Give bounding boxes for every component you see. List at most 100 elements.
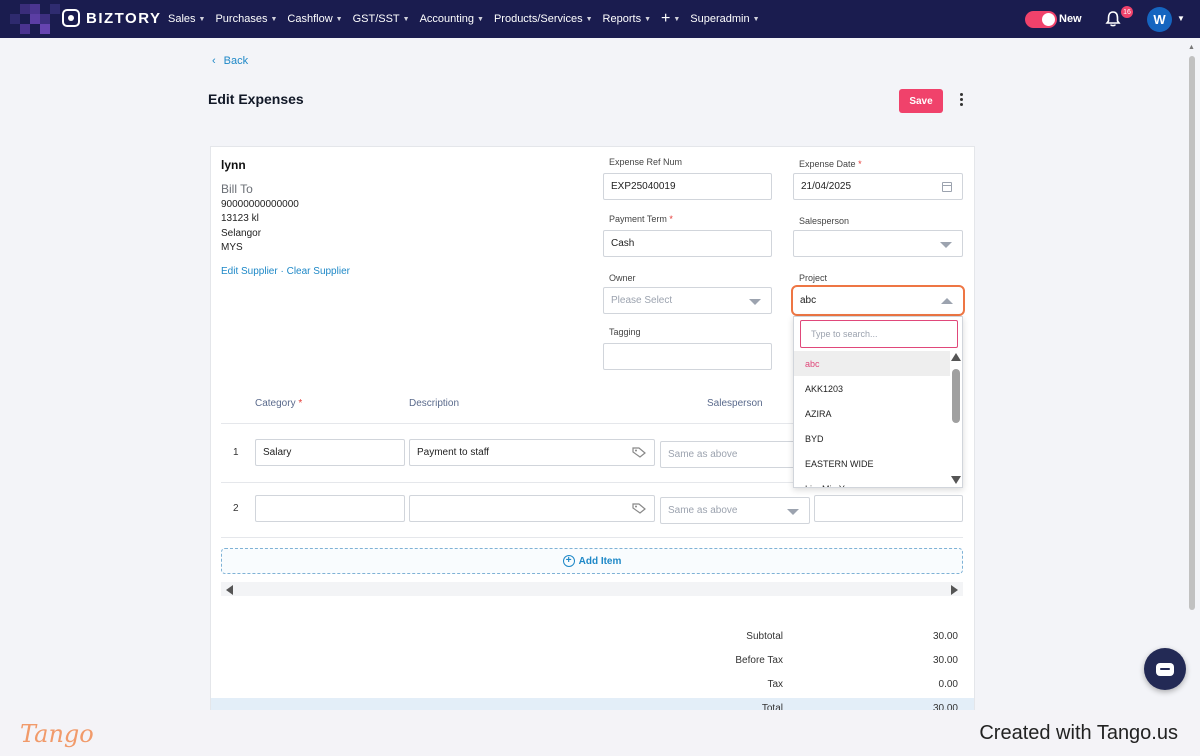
brand-logo-icon xyxy=(62,9,80,27)
tax-value: 0.00 xyxy=(938,679,958,690)
nav-purchases[interactable]: Purchases ▼ xyxy=(215,13,277,25)
scroll-down-icon[interactable] xyxy=(951,476,961,484)
salesperson-header: Salesperson xyxy=(707,398,763,409)
description-header: Description xyxy=(409,398,460,409)
row-salesperson-select[interactable]: Same as above xyxy=(660,497,810,524)
description-input[interactable] xyxy=(409,495,655,522)
brand-logo[interactable]: BIZTORY xyxy=(62,9,162,27)
chevron-down-icon: ▼ xyxy=(335,15,343,23)
nav-quick-add[interactable]: + ▼ xyxy=(661,10,680,28)
before-tax-label: Before Tax xyxy=(735,655,783,666)
save-button[interactable]: Save xyxy=(899,89,943,113)
category-input[interactable]: Salary xyxy=(255,439,405,466)
category-input[interactable] xyxy=(255,495,405,522)
project-option[interactable]: AKK1203 xyxy=(794,376,950,401)
chevron-left-icon: ‹ xyxy=(212,55,216,67)
tag-icon[interactable] xyxy=(632,447,646,458)
tango-footer: Tango Created with Tango.us xyxy=(0,710,1200,756)
edit-supplier-link[interactable]: Edit Supplier xyxy=(221,266,278,277)
tango-logo: Tango xyxy=(20,720,94,748)
required-mark: * xyxy=(858,159,862,169)
bell-icon[interactable] xyxy=(1104,10,1122,28)
project-option[interactable]: abc xyxy=(794,351,950,376)
salesperson-select[interactable] xyxy=(793,230,963,257)
expense-date-label-text: Expense Date xyxy=(799,159,856,169)
chevron-down-icon: ▼ xyxy=(270,15,278,23)
row-number: 2 xyxy=(233,503,239,514)
tagging-label: Tagging xyxy=(609,327,641,337)
page-scrollbar-thumb[interactable] xyxy=(1189,56,1195,610)
nav-superadmin[interactable]: Superadmin ▼ xyxy=(690,13,759,25)
tax-label: Tax xyxy=(767,679,783,690)
new-ui-toggle[interactable] xyxy=(1025,11,1057,28)
clear-supplier-link[interactable]: Clear Supplier xyxy=(287,266,350,277)
expense-date-input[interactable]: 21/04/2025 xyxy=(793,173,963,200)
tag-icon[interactable] xyxy=(632,503,646,514)
dropdown-arrow-icon xyxy=(749,299,761,305)
nav-products-services[interactable]: Products/Services ▼ xyxy=(494,13,593,25)
supplier-actions: Edit Supplier · Clear Supplier xyxy=(221,266,350,277)
project-option[interactable]: AZIRA xyxy=(794,401,950,426)
project-label: Project xyxy=(799,273,828,283)
payment-term-input[interactable]: Cash xyxy=(603,230,772,257)
address-line: MYS xyxy=(221,242,243,253)
chevron-down-icon: ▼ xyxy=(402,15,410,23)
tagging-input[interactable] xyxy=(603,343,772,370)
chevron-down-icon[interactable]: ▼ xyxy=(1177,14,1185,23)
scroll-right-icon[interactable] xyxy=(951,585,958,595)
dropdown-scrollbar-thumb[interactable] xyxy=(952,369,960,423)
tango-credit: Created with Tango.us xyxy=(979,722,1178,744)
nav-gst-sst[interactable]: GST/SST ▼ xyxy=(353,13,410,25)
nav-cashflow[interactable]: Cashflow ▼ xyxy=(287,13,342,25)
owner-select[interactable]: Please Select xyxy=(603,287,772,314)
dropdown-scrollbar[interactable] xyxy=(950,351,962,487)
project-search-input[interactable]: Type to search... xyxy=(800,320,958,348)
nav-superadmin-label: Superadmin xyxy=(690,13,750,25)
chevron-down-icon: ▼ xyxy=(752,15,760,23)
expense-ref-label-text: Expense Ref Num xyxy=(609,157,683,167)
expense-date-label: Expense Date * xyxy=(799,159,862,169)
expense-ref-input[interactable]: EXP25040019 xyxy=(603,173,772,200)
nav-gst-sst-label: GST/SST xyxy=(352,13,400,25)
subtotal-value: 30.00 xyxy=(932,631,958,642)
row-extra-input[interactable] xyxy=(814,495,963,522)
expense-date-value: 21/04/2025 xyxy=(801,181,852,192)
nav-sales[interactable]: Sales ▼ xyxy=(168,13,205,25)
nav-sales-label: Sales xyxy=(168,13,196,25)
row-number: 1 xyxy=(233,447,239,458)
required-mark: * xyxy=(669,214,673,224)
brand-name: BIZTORY xyxy=(86,9,162,27)
project-select[interactable]: abc xyxy=(791,285,965,316)
back-label: Back xyxy=(223,55,249,67)
address-line: Selangor xyxy=(221,228,262,239)
supplier-name: lynn xyxy=(221,158,246,172)
notification-badge: 16 xyxy=(1121,6,1133,18)
expense-ref-label: Expense Ref Num xyxy=(609,157,682,167)
add-item-button[interactable]: + Add Item xyxy=(221,548,963,574)
scroll-up-icon[interactable]: ▲ xyxy=(1188,44,1195,51)
chevron-down-icon: ▼ xyxy=(644,15,652,23)
row-salesperson-select[interactable]: Same as above xyxy=(660,441,810,468)
owner-placeholder: Please Select xyxy=(611,295,673,306)
chat-widget-button[interactable] xyxy=(1144,648,1186,690)
chevron-down-icon: ▼ xyxy=(585,15,593,23)
project-option[interactable]: BYD xyxy=(794,426,950,451)
top-navbar: BIZTORY Sales ▼ Purchases ▼ Cashflow ▼ GST/… xyxy=(0,0,1200,38)
scroll-left-icon[interactable] xyxy=(226,585,233,595)
table-horizontal-scrollbar[interactable] xyxy=(221,582,963,596)
nav-reports[interactable]: Reports ▼ xyxy=(603,13,651,25)
page-scrollbar[interactable]: ▲ xyxy=(1186,40,1198,710)
avatar[interactable]: W xyxy=(1147,7,1172,32)
project-option[interactable]: EASTERN WIDE xyxy=(794,451,950,476)
chevron-down-icon: ▼ xyxy=(673,15,681,23)
row-salesperson-value: Same as above xyxy=(668,449,738,460)
nav-accounting[interactable]: Accounting ▼ xyxy=(420,13,484,25)
more-options-icon[interactable] xyxy=(955,93,967,111)
scroll-up-icon[interactable] xyxy=(951,353,961,361)
address-line: 90000000000000 xyxy=(221,199,299,210)
project-option[interactable]: Lim Min Yaw xyxy=(794,476,950,488)
back-link[interactable]: ‹ Back xyxy=(212,55,248,67)
plus-icon: + xyxy=(661,10,671,27)
calendar-icon[interactable] xyxy=(942,182,952,192)
description-input[interactable]: Payment to staff xyxy=(409,439,655,466)
